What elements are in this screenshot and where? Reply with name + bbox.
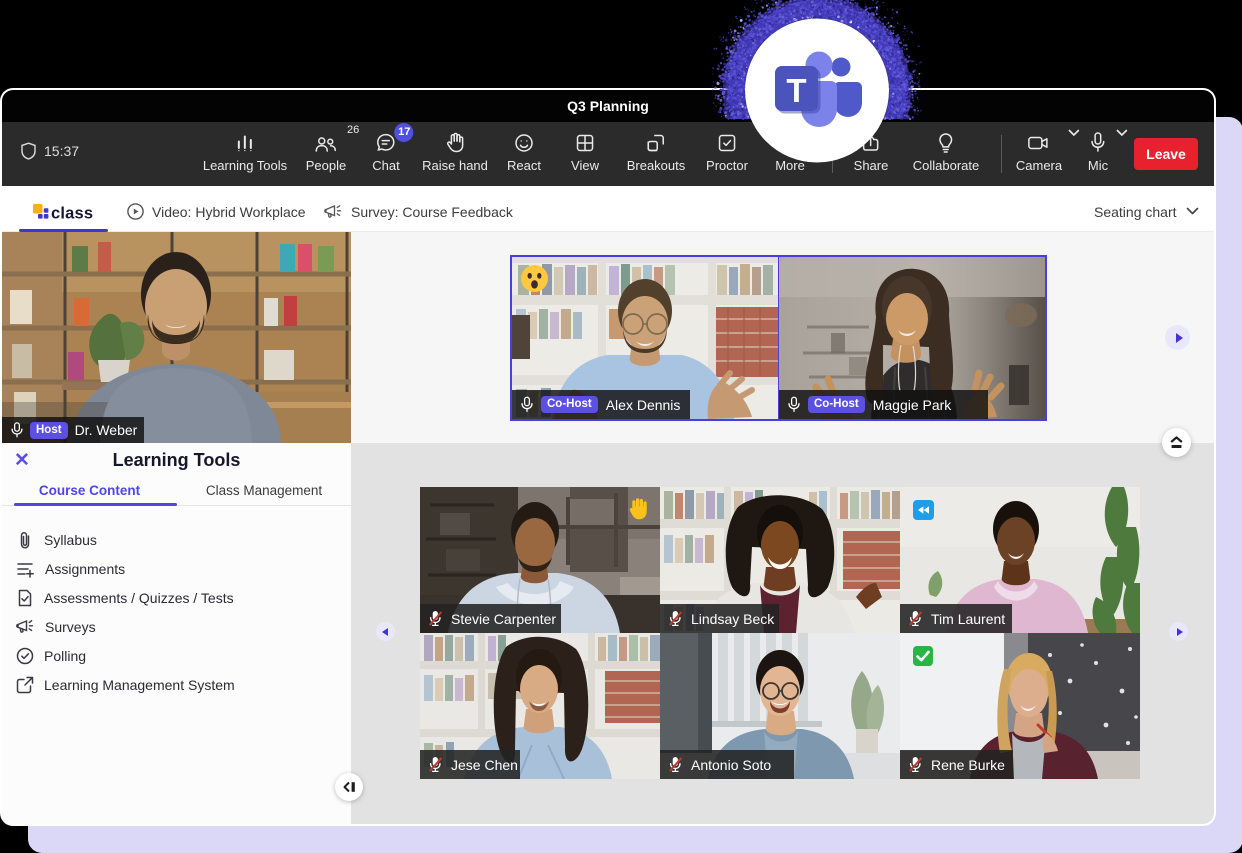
svg-text:T: T: [786, 72, 806, 109]
svg-text:class: class: [51, 204, 93, 221]
